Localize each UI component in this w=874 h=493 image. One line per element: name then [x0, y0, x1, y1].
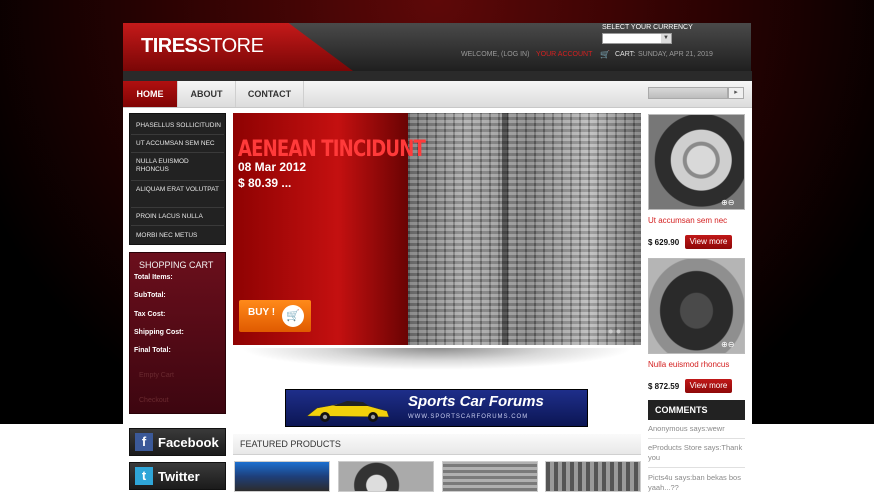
featured-product-thumb[interactable] [545, 461, 641, 492]
cart-link[interactable]: CART: [615, 51, 635, 58]
site-logo[interactable]: TIRESSTORE [141, 35, 264, 58]
featured-products-title: FEATURED PRODUCTS [240, 439, 341, 449]
slide-price: $ 80.39 ... [238, 176, 292, 190]
cart-total-items: Total Items: [134, 274, 173, 281]
comment-item[interactable]: eProducts Store says:Thank you [648, 443, 745, 463]
current-date: SUNDAY, APR 21, 2019 [638, 51, 713, 58]
arrow-right-icon: ▸ [734, 89, 738, 96]
banner-title: Sports Car Forums [408, 393, 544, 410]
slide-date: 08 Mar 2012 [238, 160, 307, 174]
slider-nav-dots[interactable]: ● ● [608, 326, 621, 336]
featured-product-thumb[interactable] [234, 461, 330, 492]
facebook-label: Facebook [158, 435, 219, 450]
cart-icon: 🛒 [282, 305, 304, 327]
featured-product-thumb[interactable] [442, 461, 538, 492]
view-more-button[interactable]: View more [685, 379, 732, 393]
nav-home[interactable]: HOME [123, 81, 178, 107]
comment-item[interactable]: Picts4u says:ban bekas bos yaah...?? [648, 473, 745, 493]
product-name[interactable]: Nulla euismod rhoncus [648, 360, 729, 369]
twitter-button[interactable]: t Twitter [129, 462, 226, 490]
zoom-icon[interactable]: ⊕⊖ [721, 340, 734, 349]
nav-about[interactable]: ABOUT [178, 81, 236, 107]
twitter-icon: t [135, 467, 153, 485]
slide-image-gap [502, 113, 508, 345]
logo-bold: TIRES [141, 35, 198, 57]
cart-icon[interactable]: 🛒 [600, 50, 610, 59]
currency-select[interactable]: ▼ [602, 33, 672, 44]
banner-url: WWW.SPORTSCARFORUMS.COM [408, 414, 529, 420]
cart-tax-cost: Tax Cost: [134, 311, 166, 318]
category-item[interactable]: ALIQUAM ERAT VOLUTPAT [136, 186, 222, 194]
welcome-login-link[interactable]: WELCOME, (LOG IN) [461, 51, 529, 58]
cart-subtotal: SubTotal: [134, 292, 166, 299]
product-price: $ 629.90 [648, 238, 680, 247]
nav-contact[interactable]: CONTACT [236, 81, 304, 107]
buy-label: BUY ! [248, 307, 276, 318]
divider [131, 207, 224, 208]
category-item[interactable]: NULLA EUISMOD RHONCUS [136, 158, 222, 174]
product-image[interactable] [648, 114, 745, 210]
slider-shadow [240, 348, 634, 370]
facebook-icon: f [135, 433, 153, 451]
currency-label: SELECT YOUR CURRENCY [602, 24, 693, 31]
cart-final-total: Final Total: [134, 347, 171, 354]
divider [648, 438, 745, 439]
search-button[interactable]: ▸ [728, 87, 744, 99]
zoom-icon[interactable]: ⊕⊖ [721, 198, 734, 207]
category-item[interactable]: PROIN LACUS NULLA [136, 213, 222, 221]
twitter-label: Twitter [158, 469, 200, 484]
checkout-link[interactable]: Checkout [139, 397, 169, 404]
logo-light: STORE [197, 35, 264, 57]
product-price: $ 872.59 [648, 382, 680, 391]
product-name[interactable]: Ut accumsan sem nec [648, 216, 727, 225]
divider [131, 225, 224, 226]
chevron-down-icon: ▼ [661, 34, 671, 43]
your-account-link[interactable]: YOUR ACCOUNT [536, 51, 592, 58]
category-item[interactable]: PHASELLUS SOLLICITUDIN [136, 122, 222, 130]
comments-title: COMMENTS [655, 405, 708, 415]
empty-cart-link[interactable]: Empty Cart [139, 372, 174, 379]
shopping-cart-title: SHOPPING CART [139, 260, 214, 270]
header-stripe [123, 71, 752, 81]
divider [131, 134, 224, 135]
category-item[interactable]: MORBI NEC METUS [136, 232, 222, 240]
category-item[interactable]: UT ACCUMSAN SEM NEC [136, 140, 222, 148]
view-more-button[interactable]: View more [685, 235, 732, 249]
featured-product-thumb[interactable] [338, 461, 434, 492]
cart-shipping-cost: Shipping Cost: [134, 329, 184, 336]
search-input[interactable] [648, 87, 728, 99]
car-image [306, 401, 390, 422]
divider [131, 152, 224, 153]
divider [648, 467, 745, 468]
slide-title: AENEAN TINCIDUNT [238, 137, 426, 162]
facebook-button[interactable]: f Facebook [129, 428, 226, 456]
comment-item[interactable]: Anonymous says:wewr [648, 424, 745, 434]
slide-image [390, 113, 641, 345]
divider [131, 180, 224, 181]
